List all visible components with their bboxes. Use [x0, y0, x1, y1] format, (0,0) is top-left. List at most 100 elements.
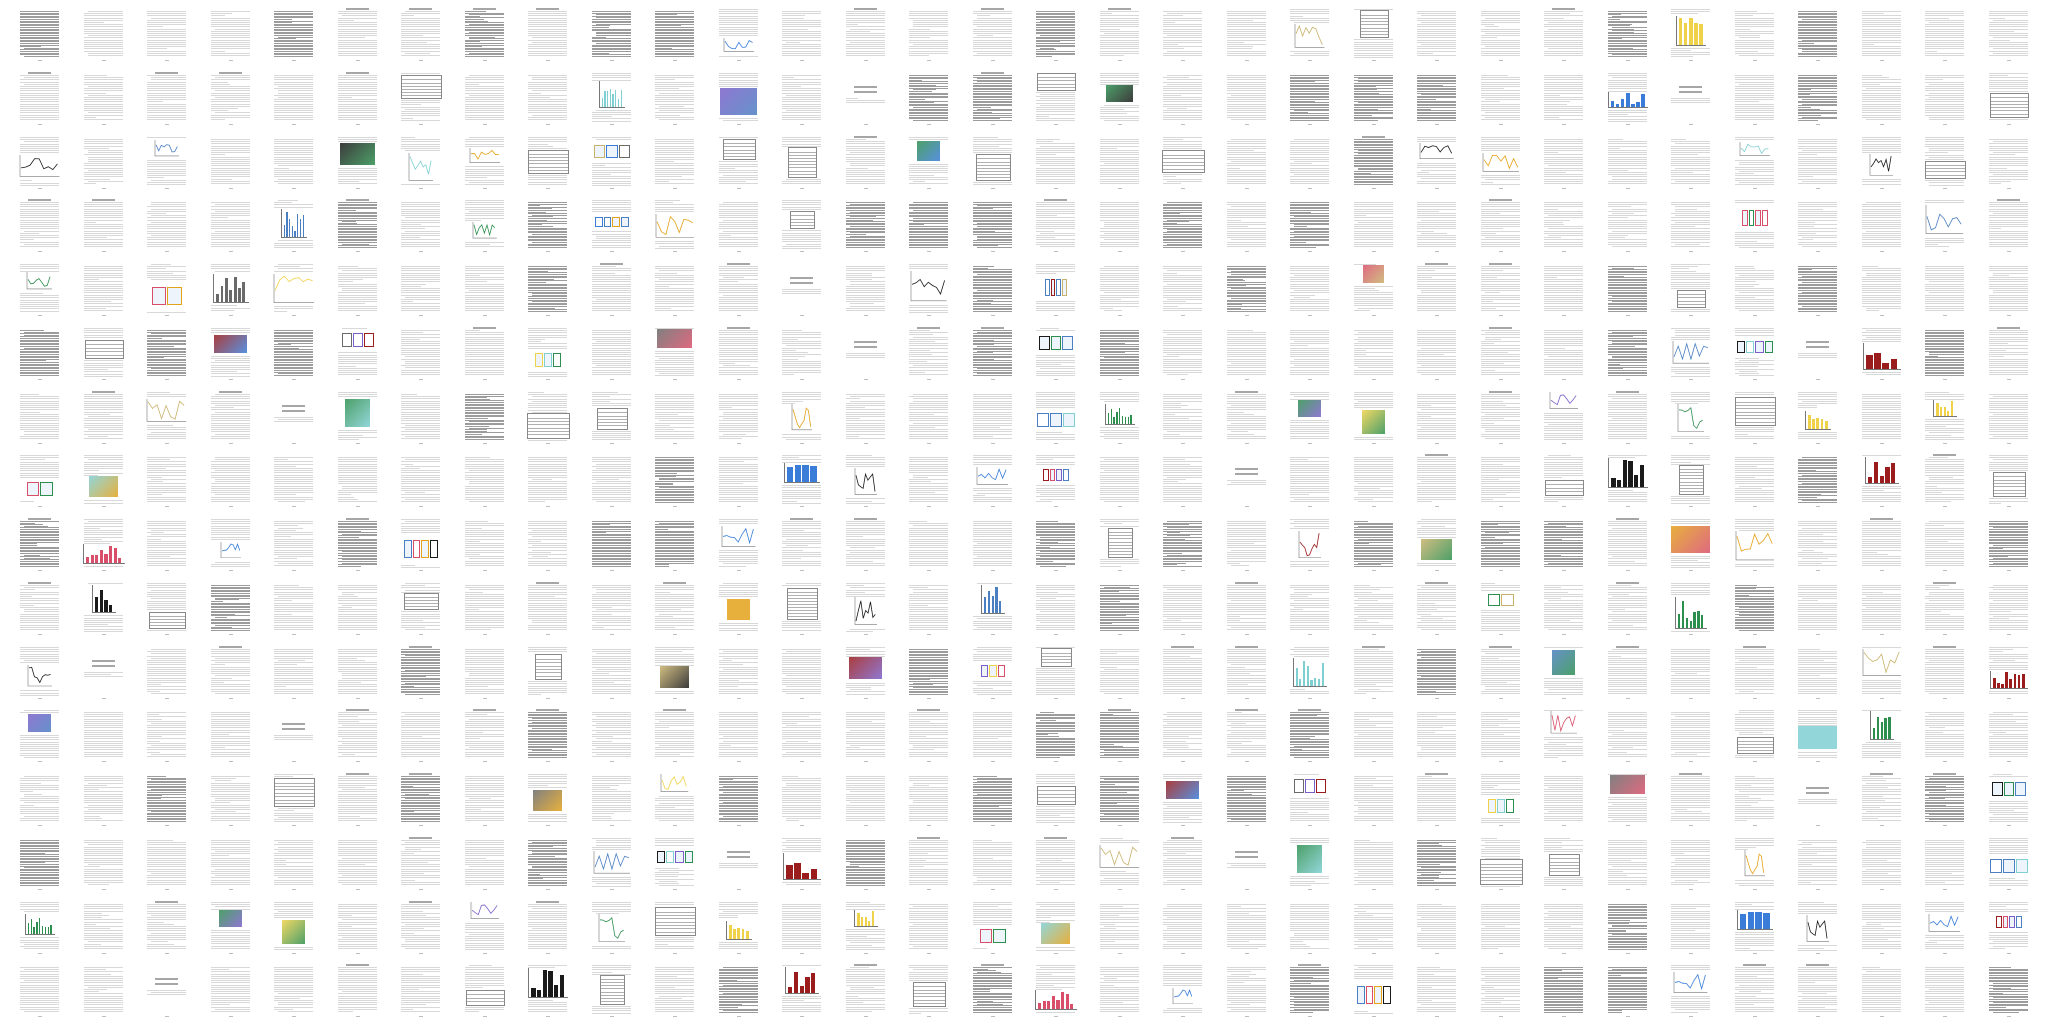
page-thumbnail[interactable] [1032, 324, 1079, 381]
page-thumbnail[interactable] [334, 260, 381, 317]
page-thumbnail[interactable] [1096, 324, 1143, 381]
page-thumbnail[interactable] [715, 260, 762, 317]
page-thumbnail[interactable] [1223, 260, 1270, 317]
page-thumbnail[interactable] [1921, 196, 1968, 253]
page-thumbnail[interactable] [842, 260, 889, 317]
page-thumbnail[interactable] [969, 133, 1016, 190]
page-thumbnail[interactable] [1794, 260, 1841, 317]
page-thumbnail[interactable] [1477, 388, 1524, 445]
page-thumbnail[interactable] [143, 388, 190, 445]
page-thumbnail[interactable] [778, 388, 825, 445]
page-thumbnail[interactable] [397, 388, 444, 445]
page-thumbnail[interactable] [1858, 388, 1905, 445]
page-thumbnail[interactable] [1604, 69, 1651, 126]
page-thumbnail[interactable] [1096, 133, 1143, 190]
page-thumbnail[interactable] [588, 388, 635, 445]
page-thumbnail[interactable] [1413, 133, 1460, 190]
page-thumbnail[interactable] [1096, 388, 1143, 445]
page-thumbnail[interactable] [397, 5, 444, 62]
page-thumbnail[interactable] [588, 69, 635, 126]
page-thumbnail[interactable] [1159, 324, 1206, 381]
page-thumbnail[interactable] [207, 69, 254, 126]
page-thumbnail[interactable] [270, 133, 317, 190]
page-thumbnail[interactable] [588, 260, 635, 317]
page-thumbnail[interactable] [651, 196, 698, 253]
page-thumbnail[interactable] [207, 196, 254, 253]
page-thumbnail[interactable] [207, 5, 254, 62]
page-thumbnail[interactable] [143, 133, 190, 190]
page-thumbnail[interactable] [334, 196, 381, 253]
page-thumbnail[interactable] [80, 196, 127, 253]
page-thumbnail[interactable] [1477, 260, 1524, 317]
page-thumbnail[interactable] [1540, 260, 1587, 317]
page-thumbnail[interactable] [1858, 133, 1905, 190]
page-thumbnail[interactable] [1985, 133, 2032, 190]
page-thumbnail[interactable] [1096, 69, 1143, 126]
page-thumbnail[interactable] [1540, 196, 1587, 253]
page-thumbnail[interactable] [1540, 324, 1587, 381]
page-thumbnail[interactable] [397, 260, 444, 317]
page-thumbnail[interactable] [969, 196, 1016, 253]
page-thumbnail[interactable] [778, 324, 825, 381]
page-thumbnail[interactable] [1921, 388, 1968, 445]
page-thumbnail[interactable] [16, 451, 63, 508]
page-thumbnail[interactable] [461, 260, 508, 317]
page-thumbnail[interactable] [1413, 388, 1460, 445]
page-thumbnail[interactable] [1794, 324, 1841, 381]
page-thumbnail[interactable] [1985, 260, 2032, 317]
page-thumbnail[interactable] [1604, 196, 1651, 253]
page-thumbnail[interactable] [905, 260, 952, 317]
page-thumbnail[interactable] [1985, 324, 2032, 381]
page-thumbnail[interactable] [1667, 196, 1714, 253]
page-thumbnail[interactable] [1794, 69, 1841, 126]
page-thumbnail[interactable] [715, 5, 762, 62]
page-thumbnail[interactable] [270, 69, 317, 126]
page-thumbnail[interactable] [1921, 324, 1968, 381]
page-thumbnail[interactable] [1858, 69, 1905, 126]
page-thumbnail[interactable] [1032, 388, 1079, 445]
page-thumbnail[interactable] [1731, 196, 1778, 253]
page-thumbnail[interactable] [16, 260, 63, 317]
page-thumbnail[interactable] [1159, 388, 1206, 445]
page-thumbnail[interactable] [1794, 196, 1841, 253]
page-thumbnail[interactable] [969, 324, 1016, 381]
page-thumbnail[interactable] [1286, 133, 1333, 190]
page-thumbnail[interactable] [143, 196, 190, 253]
page-thumbnail[interactable] [1731, 5, 1778, 62]
page-thumbnail[interactable] [588, 196, 635, 253]
page-thumbnail[interactable] [842, 196, 889, 253]
page-thumbnail[interactable] [80, 324, 127, 381]
page-thumbnail[interactable] [1858, 5, 1905, 62]
page-thumbnail[interactable] [1731, 260, 1778, 317]
page-thumbnail[interactable] [842, 69, 889, 126]
page-thumbnail[interactable] [651, 388, 698, 445]
page-thumbnail[interactable] [16, 324, 63, 381]
page-thumbnail[interactable] [1731, 388, 1778, 445]
page-thumbnail[interactable] [1477, 196, 1524, 253]
page-thumbnail[interactable] [524, 5, 571, 62]
page-thumbnail[interactable] [1921, 133, 1968, 190]
page-thumbnail[interactable] [524, 196, 571, 253]
page-thumbnail[interactable] [334, 69, 381, 126]
page-thumbnail[interactable] [651, 133, 698, 190]
page-thumbnail[interactable] [397, 69, 444, 126]
page-thumbnail[interactable] [1540, 388, 1587, 445]
page-thumbnail[interactable] [1794, 388, 1841, 445]
page-thumbnail[interactable] [1477, 133, 1524, 190]
page-thumbnail[interactable] [80, 133, 127, 190]
page-thumbnail[interactable] [1223, 133, 1270, 190]
page-thumbnail[interactable] [842, 324, 889, 381]
page-thumbnail[interactable] [969, 5, 1016, 62]
page-thumbnail[interactable] [1159, 260, 1206, 317]
page-thumbnail[interactable] [969, 260, 1016, 317]
page-thumbnail[interactable] [1667, 388, 1714, 445]
page-thumbnail[interactable] [1223, 5, 1270, 62]
page-thumbnail[interactable] [1159, 133, 1206, 190]
page-thumbnail[interactable] [461, 196, 508, 253]
page-thumbnail[interactable] [16, 69, 63, 126]
page-thumbnail[interactable] [651, 69, 698, 126]
page-thumbnail[interactable] [1350, 196, 1397, 253]
page-thumbnail[interactable] [1350, 260, 1397, 317]
page-thumbnail[interactable] [778, 133, 825, 190]
page-thumbnail[interactable] [905, 69, 952, 126]
